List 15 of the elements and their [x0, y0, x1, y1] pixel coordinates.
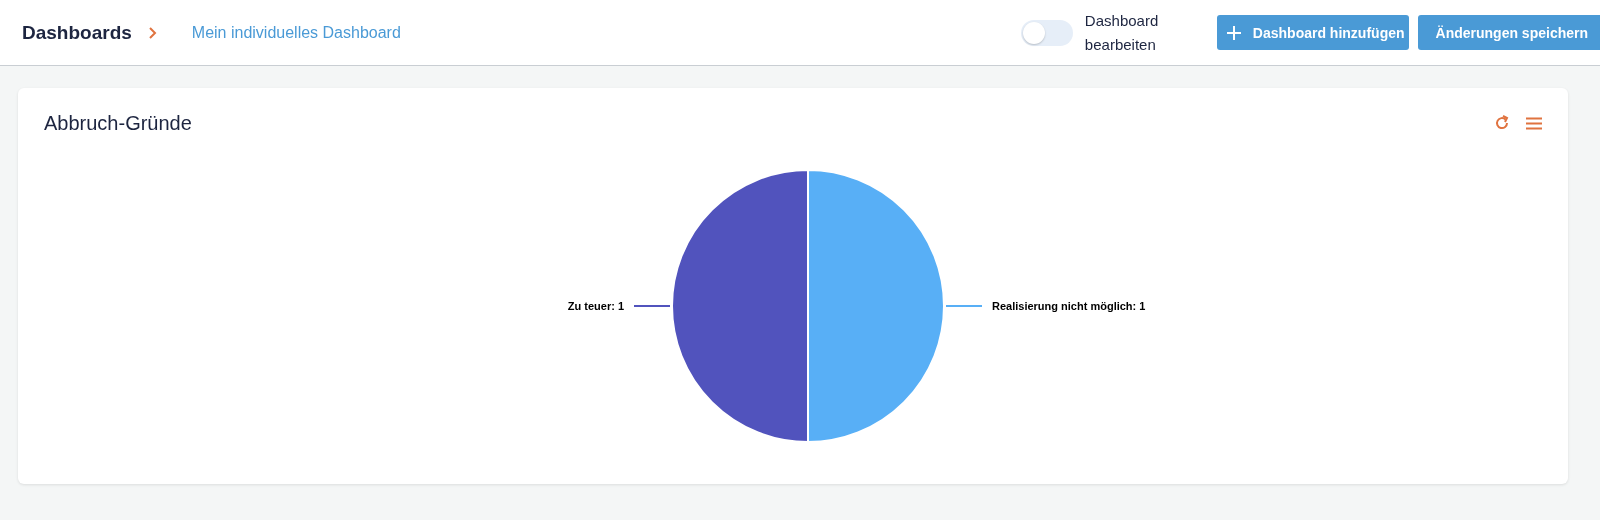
breadcrumb-root: Dashboards: [22, 21, 132, 44]
slice-label: Realisierung nicht möglich: 1: [992, 300, 1146, 312]
leader-line: [945, 305, 983, 307]
chevron-right-icon: [147, 25, 158, 40]
plus-icon: [1226, 25, 1241, 40]
save-button[interactable]: Änderungen speichern: [1417, 15, 1600, 50]
add-dashboard-button[interactable]: Dashboard hinzufügen: [1216, 15, 1409, 50]
slice-label: Zu teuer: 1: [567, 300, 624, 312]
edit-toggle[interactable]: [1020, 19, 1073, 46]
widget-title: Abbruch-Gründe: [44, 111, 192, 135]
refresh-icon[interactable]: [1494, 115, 1510, 131]
leader-line: [633, 305, 671, 307]
toggle-label: Dashboard bearbeiten: [1084, 10, 1160, 55]
menu-icon[interactable]: [1526, 116, 1542, 130]
breadcrumb-link[interactable]: Mein individuelles Dashboard: [191, 23, 401, 42]
